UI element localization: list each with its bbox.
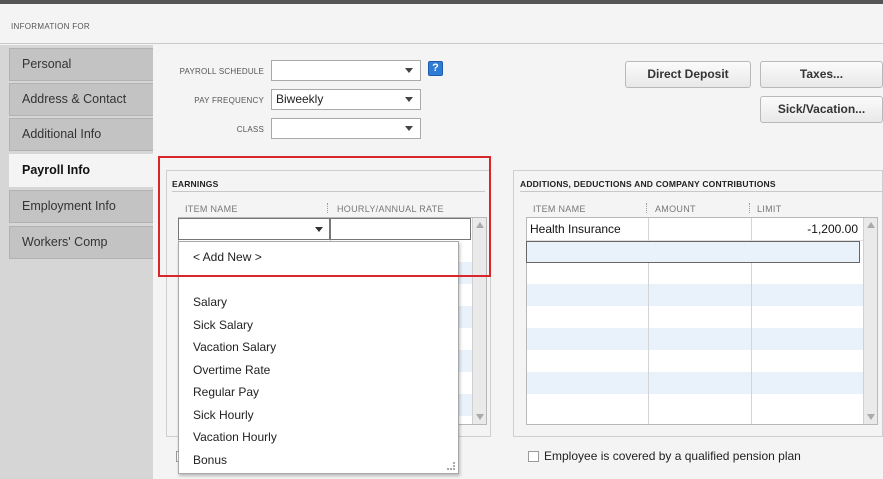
pay-frequency-select[interactable]: Biweekly [271, 89, 421, 110]
pension-plan-label: Employee is covered by a qualified pensi… [544, 449, 801, 463]
dropdown-item[interactable]: Sick Hourly [193, 408, 254, 422]
additions-col-amount: AMOUNT [655, 204, 696, 214]
sidebar-item-label: Workers' Comp [22, 235, 108, 249]
taxes-button[interactable]: Taxes... [760, 61, 883, 88]
sidebar-item-workers-comp[interactable]: Workers' Comp [9, 226, 153, 259]
additions-title: ADDITIONS, DEDUCTIONS AND COMPANY CONTRI… [520, 179, 776, 189]
sidebar-item-additional-info[interactable]: Additional Info [9, 118, 153, 151]
class-label: CLASS [236, 125, 264, 134]
class-select[interactable] [271, 118, 421, 139]
scroll-down-icon[interactable] [476, 414, 484, 420]
earnings-col-rate: HOURLY/ANNUAL RATE [337, 204, 444, 214]
earnings-title: EARNINGS [172, 179, 219, 189]
additions-scrollbar[interactable] [863, 218, 877, 424]
sidebar-item-personal[interactable]: Personal [9, 48, 153, 81]
dropdown-item[interactable]: Vacation Salary [193, 340, 276, 354]
payroll-schedule-select[interactable] [271, 60, 421, 81]
earnings-col-item-name: ITEM NAME [185, 204, 238, 214]
table-row [527, 372, 877, 394]
sidebar-item-payroll-info[interactable]: Payroll Info [9, 154, 153, 187]
chevron-down-icon [405, 97, 413, 102]
column-divider [749, 203, 750, 213]
earnings-item-name-input[interactable] [178, 218, 330, 240]
earnings-item-dropdown-list[interactable]: < Add New > Salary Sick Salary Vacation … [178, 241, 459, 474]
additions-col-item-name: ITEM NAME [533, 204, 586, 214]
additions-limit-cell: -1,200.00 [807, 222, 858, 236]
sidebar-item-label: Address & Contact [22, 92, 127, 106]
sidebar-item-label: Additional Info [22, 127, 102, 141]
sidebar-item-address-contact[interactable]: Address & Contact [9, 83, 153, 116]
information-for-label: INFORMATION FOR [11, 22, 91, 31]
resize-grip-icon[interactable] [447, 462, 455, 470]
dropdown-item[interactable]: Bonus [193, 453, 227, 467]
dropdown-item[interactable]: Vacation Hourly [193, 430, 277, 444]
sidebar-item-label: Payroll Info [22, 163, 91, 177]
pay-frequency-value: Biweekly [276, 92, 324, 106]
sidebar: Personal Address & Contact Additional In… [0, 45, 153, 479]
earnings-rate-input[interactable] [330, 218, 471, 240]
dropdown-item[interactable]: Regular Pay [193, 385, 259, 399]
direct-deposit-button[interactable]: Direct Deposit [625, 61, 751, 88]
additions-item-cell: Health Insurance [530, 222, 621, 236]
chevron-down-icon [405, 126, 413, 131]
sidebar-item-employment-info[interactable]: Employment Info [9, 190, 153, 223]
pay-frequency-label: PAY FREQUENCY [194, 96, 264, 105]
dropdown-item[interactable]: Sick Salary [193, 318, 253, 332]
sidebar-item-label: Personal [22, 57, 72, 71]
dropdown-add-new[interactable]: < Add New > [193, 250, 262, 264]
dropdown-item[interactable]: Overtime Rate [193, 363, 270, 377]
scroll-down-icon[interactable] [867, 414, 875, 420]
column-divider [327, 203, 328, 213]
chevron-down-icon [405, 68, 413, 73]
payroll-schedule-label: PAYROLL SCHEDULE [179, 67, 264, 76]
table-row [527, 328, 877, 350]
additions-divider [520, 191, 883, 192]
dropdown-item[interactable]: Salary [193, 295, 227, 309]
scroll-up-icon[interactable] [476, 222, 484, 228]
column-divider [646, 203, 647, 213]
sick-vacation-button[interactable]: Sick/Vacation... [760, 96, 883, 123]
additions-col-limit: LIMIT [757, 204, 782, 214]
additions-new-row-input[interactable] [526, 241, 860, 263]
earnings-scrollbar[interactable] [472, 218, 486, 424]
table-row [527, 284, 877, 306]
scroll-up-icon[interactable] [867, 222, 875, 228]
sidebar-item-label: Employment Info [22, 199, 116, 213]
pension-plan-checkbox[interactable] [528, 451, 539, 462]
table-row[interactable]: Health Insurance -1,200.00 [527, 218, 877, 240]
earnings-divider [172, 191, 485, 192]
help-icon[interactable]: ? [428, 61, 443, 76]
chevron-down-icon[interactable] [315, 227, 323, 232]
information-for-header: INFORMATION FOR [0, 4, 883, 44]
